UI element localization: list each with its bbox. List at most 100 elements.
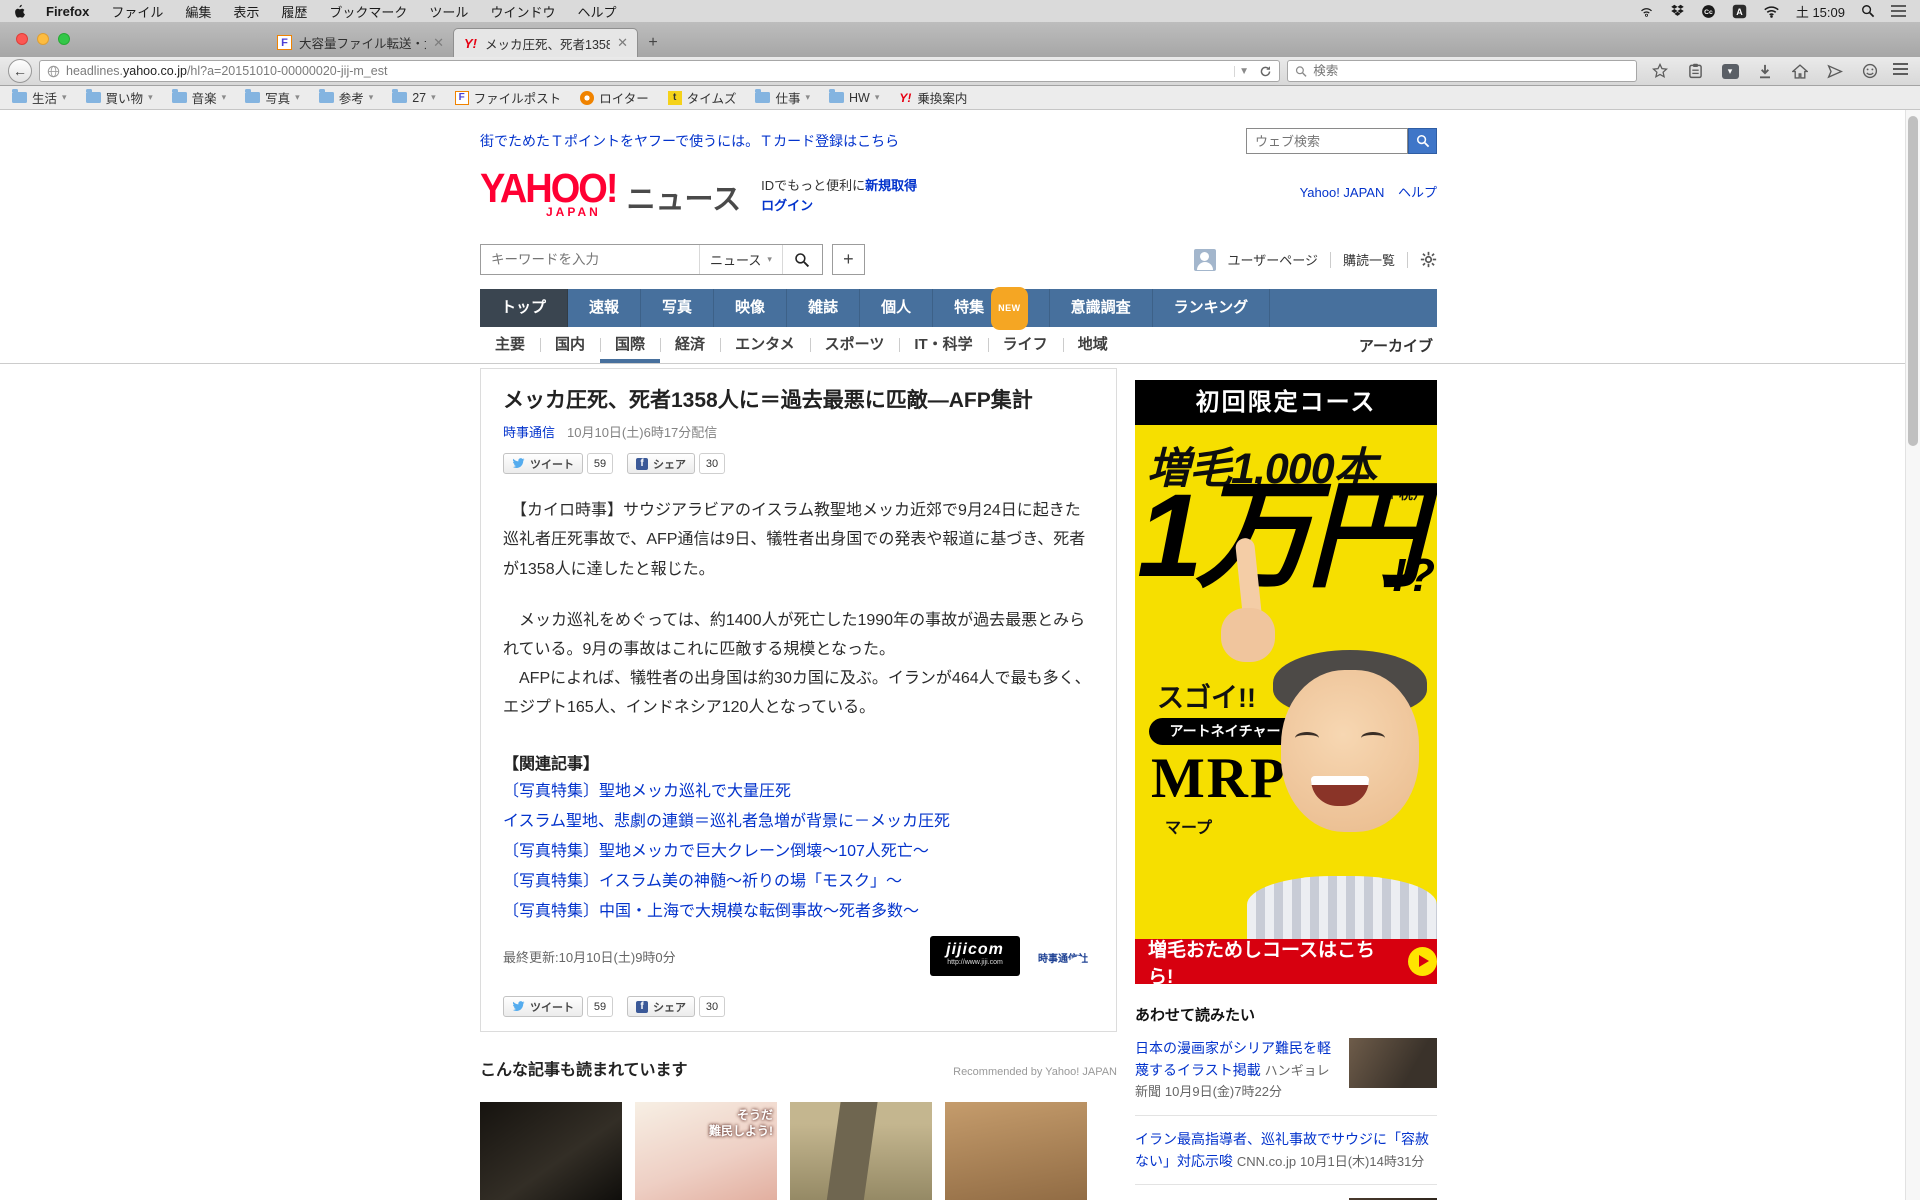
bookmark-reuters[interactable]: ロイター — [580, 88, 649, 107]
tab-kojin[interactable]: 個人 — [860, 289, 933, 327]
also-read-item[interactable]: 保護された姉妹、１カ月ぶり入浴 親子が月４万円で生活 朝日新聞デジタル 10月1… — [1135, 1185, 1437, 1200]
signup-link[interactable]: 新規取得 — [865, 178, 917, 193]
subscription-link[interactable]: 購読一覧 — [1343, 250, 1395, 269]
jiji-press-logo[interactable]: 時事通信社 — [1032, 948, 1094, 965]
bookmark-folder-shigoto[interactable]: 仕事▾ — [755, 88, 810, 107]
menu-file[interactable]: ファイル — [111, 2, 163, 21]
pocket-icon[interactable]: ▾ — [1718, 60, 1742, 82]
bookmark-folder-ongaku[interactable]: 音楽▾ — [172, 88, 227, 107]
bookmark-times[interactable]: tタイムズ — [668, 88, 737, 107]
airport-icon[interactable] — [1639, 5, 1654, 18]
subtab-entame[interactable]: エンタメ — [720, 327, 810, 363]
search-scope-select[interactable]: ニュース▾ — [699, 245, 782, 274]
scrollbar-thumb[interactable] — [1908, 116, 1918, 446]
menu-firefox[interactable]: Firefox — [46, 4, 89, 19]
hair-growth-ad-banner[interactable]: 初回限定コース 増毛1,000本 （＋税） 1万円 !? スゴイ!! アートネイ… — [1135, 380, 1437, 984]
menu-tools[interactable]: ツール — [429, 2, 468, 21]
menu-view[interactable]: 表示 — [233, 2, 259, 21]
zoom-window-button[interactable] — [58, 33, 70, 45]
tab-tokushu[interactable]: 特集NEW — [933, 289, 1050, 327]
bookmark-norikae[interactable]: Y!乗換案内 — [898, 88, 967, 107]
menubar-clock[interactable]: 土 15:09 — [1796, 2, 1845, 21]
yahoo-japan-link[interactable]: Yahoo! JAPAN — [1300, 185, 1385, 200]
bookmark-folder-seikatsu[interactable]: 生活▾ — [12, 88, 67, 107]
related-link[interactable]: 〔写真特集〕中国・上海で大規模な転倒事故～死者多数～ — [503, 900, 1094, 924]
creative-cloud-icon[interactable]: Cc — [1701, 4, 1716, 19]
menu-hamburger-icon[interactable] — [1893, 60, 1908, 82]
page-scrollbar[interactable] — [1905, 110, 1920, 1200]
bookmark-folder-shashin[interactable]: 写真▾ — [245, 88, 300, 107]
downloads-icon[interactable] — [1753, 60, 1777, 82]
browser-tab-1[interactable]: F 大容量ファイル転送・大容... ✕ — [268, 28, 453, 57]
reload-icon[interactable] — [1259, 65, 1272, 78]
ad-cta-button[interactable]: 増毛おためしコースはこちら! — [1135, 939, 1437, 984]
subtab-chiiki[interactable]: 地域 — [1063, 327, 1123, 363]
recommend-card[interactable]: 大渋滞の高速道で…湯沸かして食事も 中国 — [790, 1102, 932, 1200]
subtab-kokunai[interactable]: 国内 — [540, 327, 600, 363]
subtab-keizai[interactable]: 経済 — [660, 327, 720, 363]
tab-shashin[interactable]: 写真 — [641, 289, 714, 327]
share-icon[interactable] — [1823, 60, 1847, 82]
apple-icon[interactable] — [14, 4, 26, 18]
tab-sokuho[interactable]: 速報 — [568, 289, 641, 327]
article-source-link[interactable]: 時事通信 — [503, 422, 555, 441]
bookmarks-panel-icon[interactable] — [1683, 60, 1707, 82]
minimize-window-button[interactable] — [37, 33, 49, 45]
tab-ishikichosa[interactable]: 意識調査 — [1050, 289, 1153, 327]
tab-ranking[interactable]: ランキング — [1153, 289, 1271, 327]
bookmark-filepost[interactable]: Fファイルポスト — [455, 88, 562, 107]
jijicom-logo[interactable]: jijicom http://www.jiji.com — [930, 936, 1020, 976]
tpoint-notice-link[interactable]: 街でためたＴポイントをヤフーで使うには。Ｔカード登録はこちら — [480, 131, 899, 151]
add-search-tab-button[interactable]: + — [832, 244, 865, 275]
userpage-link[interactable]: ユーザーページ — [1228, 250, 1318, 269]
menu-window[interactable]: ウインドウ — [490, 2, 555, 21]
url-bar[interactable]: headlines.yahoo.co.jp/hl?a=20151010-0000… — [39, 60, 1280, 82]
also-read-item[interactable]: イラン最高指導者、巡礼事故でサウジに「容赦ない」対応示唆 CNN.co.jp 1… — [1135, 1116, 1437, 1185]
bookmark-folder-hw[interactable]: HW▾ — [829, 91, 879, 105]
spotlight-icon[interactable] — [1861, 4, 1875, 18]
browser-search-field[interactable] — [1287, 60, 1637, 82]
browser-search-input[interactable] — [1313, 64, 1629, 78]
menu-history[interactable]: 履歴 — [281, 2, 307, 21]
subtab-shuyo[interactable]: 主要 — [480, 327, 540, 363]
feedback-smiley-icon[interactable] — [1858, 60, 1882, 82]
input-source-icon[interactable]: A — [1732, 4, 1747, 19]
tab-close-icon[interactable]: ✕ — [617, 35, 628, 51]
tweet-button[interactable]: ツイート — [503, 453, 583, 474]
login-link[interactable]: ログイン — [761, 198, 813, 213]
tab-zasshi[interactable]: 雑誌 — [787, 289, 860, 327]
tweet-button[interactable]: ツイート — [503, 996, 583, 1017]
subtab-life[interactable]: ライフ — [988, 327, 1063, 363]
wifi-icon[interactable] — [1763, 5, 1780, 18]
url-dropdown-icon[interactable]: ▼ — [1234, 66, 1253, 77]
menu-help[interactable]: ヘルプ — [577, 2, 616, 21]
close-window-button[interactable] — [16, 33, 28, 45]
yahoo-japan-logo[interactable]: YAHOO! JAPAN — [480, 170, 617, 218]
bookmark-folder-kaimono[interactable]: 買い物▾ — [86, 88, 153, 107]
subtab-kokusai-active[interactable]: 国際 — [600, 327, 660, 363]
recommend-card[interactable]: 大巡礼の犠牲者1358人に サウジの宗教指 — [480, 1102, 622, 1200]
notification-center-icon[interactable] — [1891, 2, 1906, 20]
subtab-sports[interactable]: スポーツ — [810, 327, 900, 363]
related-link[interactable]: 〔写真特集〕イスラム美の神髄～祈りの場「モスク」～ — [503, 870, 1094, 894]
bookmark-folder-27[interactable]: 27▾ — [392, 91, 435, 105]
settings-gear-icon[interactable] — [1420, 251, 1437, 268]
facebook-share-button[interactable]: f シェア — [627, 453, 695, 474]
tab-eizo[interactable]: 映像 — [714, 289, 787, 327]
web-search-button[interactable] — [1408, 128, 1437, 154]
bookmark-folder-sankou[interactable]: 参考▾ — [319, 88, 374, 107]
related-link[interactable]: イスラム聖地、悲劇の連鎖＝巡礼者急増が背景に－メッカ圧死 — [503, 810, 1094, 834]
archive-link[interactable]: アーカイブ — [1359, 335, 1437, 356]
browser-tab-2-active[interactable]: Y! メッカ圧死、死者1358人に... ✕ — [453, 28, 638, 57]
keyword-input[interactable] — [481, 245, 699, 274]
bookmark-star-icon[interactable] — [1648, 60, 1672, 82]
tab-top[interactable]: トップ — [480, 289, 568, 327]
related-link[interactable]: 〔写真特集〕聖地メッカで巨大クレーン倒壊～107人死亡～ — [503, 840, 1094, 864]
menu-edit[interactable]: 編集 — [185, 2, 211, 21]
menu-bookmarks[interactable]: ブックマーク — [329, 2, 407, 21]
recommend-card[interactable]: 火星表面の写真公開 「数十億年前に湖や川 — [945, 1102, 1087, 1200]
also-read-item[interactable]: 日本の漫画家がシリア難民を軽蔑するイラスト掲載 ハンギョレ新聞 10月9日(金)… — [1135, 1025, 1437, 1116]
web-search-input[interactable] — [1246, 128, 1408, 154]
recommend-card[interactable]: そうだ難民しよう! 日本の漫画家がシリア難民を軽蔑するイラス — [635, 1102, 777, 1200]
news-search-button[interactable] — [782, 245, 822, 274]
